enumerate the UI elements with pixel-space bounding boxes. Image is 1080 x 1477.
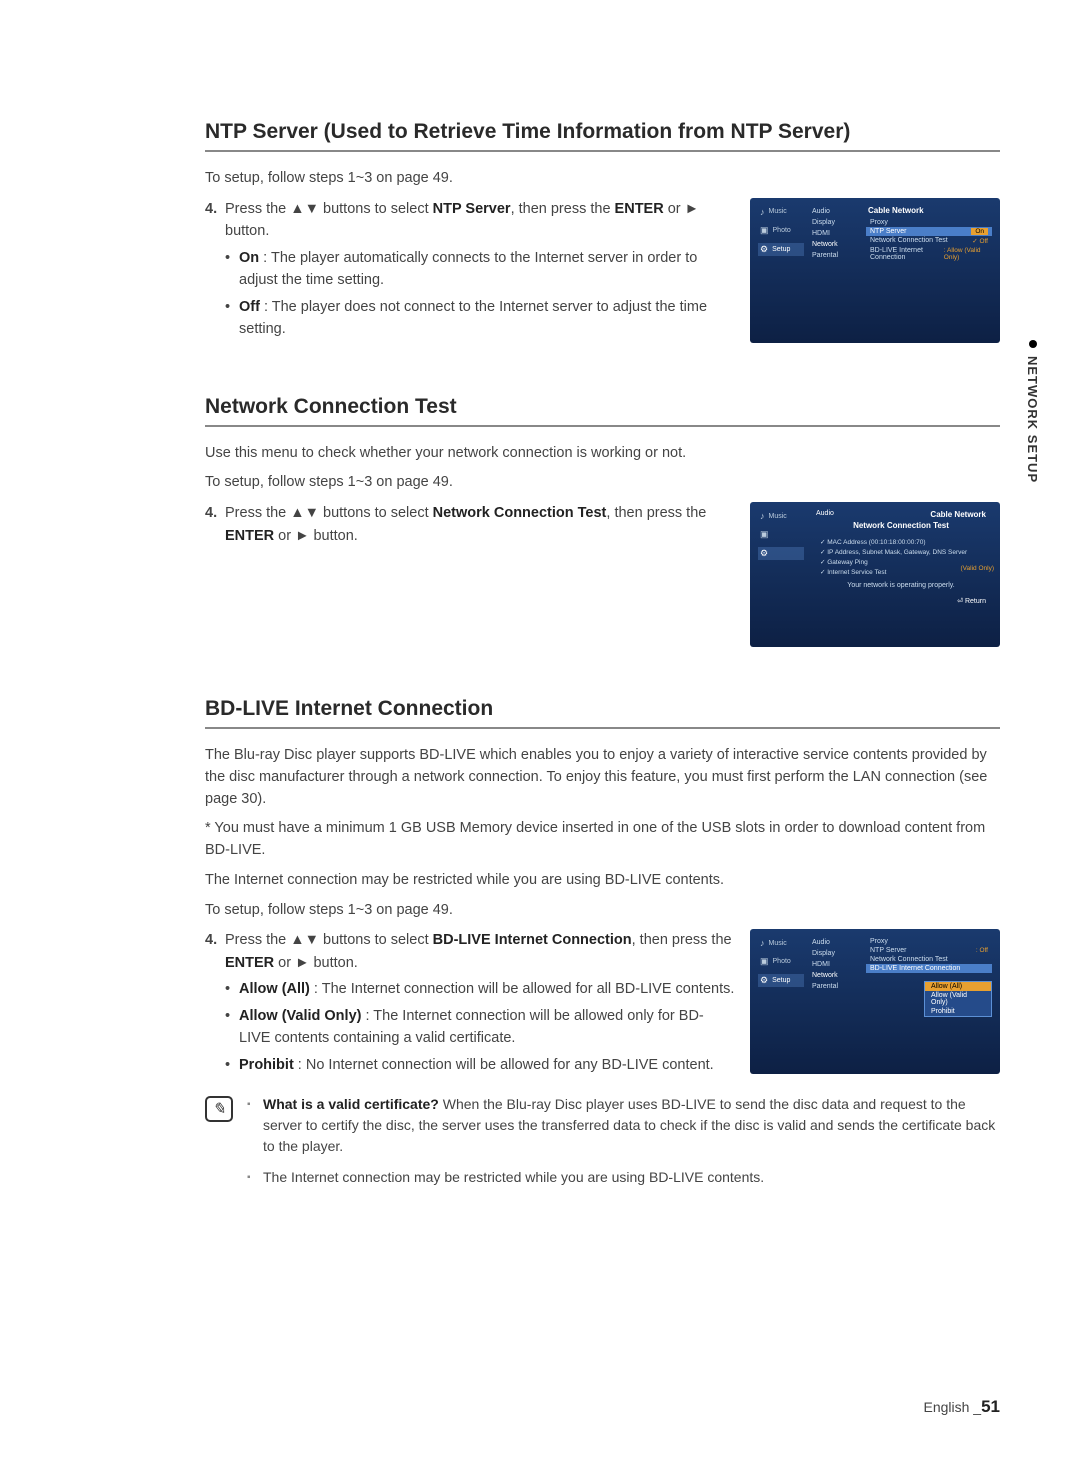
ss-item-nct: Network Connection Test (866, 955, 992, 964)
section-title: NTP Server (Used to Retrieve Time Inform… (205, 120, 1000, 152)
screenshot-bdlive: ♪Music ▣Photo ⚙Setup Audio Display HDMI … (750, 929, 1000, 1074)
note-icon: ✎ (205, 1096, 233, 1122)
page-footer: English _51 (923, 1397, 1000, 1417)
note-item: The Internet connection may be restricte… (247, 1167, 1000, 1188)
bullet-allow-valid: Allow (Valid Only) : The Internet connec… (225, 1005, 735, 1050)
ss-test-title: Network Connection Test (810, 519, 992, 532)
intro-text: Use this menu to check whether your netw… (205, 443, 1000, 465)
music-icon: ♪ (760, 511, 765, 521)
ss-nav-setup: ⚙Setup (758, 974, 804, 987)
section-title: BD-LIVE Internet Connection (205, 697, 1000, 729)
body-text: * You must have a minimum 1 GB USB Memor… (205, 818, 1000, 862)
ss-item-ntp: NTP Server: Off (866, 946, 992, 955)
gear-icon: ⚙ (760, 244, 768, 255)
ss-nav-photo: ▣ (758, 528, 804, 541)
gear-icon: ⚙ (760, 975, 768, 986)
ss-side-flag: (Valid Only) (961, 565, 994, 572)
ss-nav-music: ♪Music (758, 510, 804, 522)
ss-audio-label: Audio (816, 510, 834, 519)
ss-item-ntp: NTP ServerOn (866, 227, 992, 236)
ss-item-bdlive: BD-LIVE Internet Connection (866, 964, 992, 973)
ss-right-title: Cable Network (930, 510, 986, 519)
body-text: The Internet connection may be restricte… (205, 870, 1000, 892)
screenshot-ntp: ♪Music ▣Photo ⚙Setup Audio Display HDMI … (750, 198, 1000, 343)
ss-item-proxy: Proxy (866, 937, 992, 946)
ss-nav-setup: ⚙Setup (758, 243, 804, 256)
ss-mid-display: Display (810, 948, 860, 959)
dd-allow-valid: Allow (Valid Only) (925, 991, 991, 1007)
ss-nav-photo: ▣Photo (758, 955, 804, 968)
gear-icon: ⚙ (760, 548, 768, 559)
section-title: Network Connection Test (205, 395, 1000, 427)
ss-test-line: ✓ IP Address, Subnet Mask, Gateway, DNS … (820, 548, 982, 556)
intro-text: To setup, follow steps 1~3 on page 49. (205, 900, 1000, 922)
ss-mid-hdmi: HDMI (810, 959, 860, 970)
bullet-prohibit: Prohibit : No Internet connection will b… (225, 1054, 735, 1076)
step-item: 4. Press the ▲▼ buttons to select NTP Se… (205, 198, 735, 243)
bullet-allow-all: Allow (All) : The Internet connection wi… (225, 978, 735, 1000)
photo-icon: ▣ (760, 529, 769, 540)
bullet-icon (1029, 340, 1037, 348)
ss-test-line: ✓ Gateway Ping (820, 558, 982, 566)
ss-mid-network: Network (810, 239, 860, 250)
photo-icon: ▣ (760, 225, 769, 236)
ss-mid-hdmi: HDMI (810, 228, 860, 239)
ss-test-line: ✓ Internet Service Test (820, 568, 982, 576)
bullet-on: On : The player automatically connects t… (225, 247, 735, 292)
photo-icon: ▣ (760, 956, 769, 967)
ss-nav-music: ♪Music (758, 937, 804, 949)
music-icon: ♪ (760, 207, 765, 217)
dd-prohibit: Prohibit (925, 1007, 991, 1016)
ss-mid-display: Display (810, 217, 860, 228)
ss-mid-parental: Parental (810, 250, 860, 261)
ss-return: ⏎ Return (810, 595, 992, 607)
note-block: ✎ What is a valid certificate? When the … (205, 1094, 1000, 1198)
ss-nav-setup: ⚙ (758, 547, 804, 560)
side-tab-label: NETWORK SETUP (1025, 356, 1040, 483)
ss-item-bdlive: BD-LIVE Internet Connection: Allow (Vali… (866, 246, 992, 262)
section-ntp-server: NTP Server (Used to Retrieve Time Inform… (205, 120, 1000, 345)
ss-item-nct: Network Connection Test✓ Off (866, 236, 992, 246)
ss-test-status: Your network is operating properly. (820, 578, 982, 589)
ss-item-proxy: Proxy (866, 218, 992, 227)
intro-text: To setup, follow steps 1~3 on page 49. (205, 168, 1000, 190)
side-tab: NETWORK SETUP (1025, 340, 1040, 483)
bullet-off: Off : The player does not connect to the… (225, 296, 735, 341)
intro-text: To setup, follow steps 1~3 on page 49. (205, 472, 1000, 494)
screenshot-nct: ♪Music ▣ ⚙ Audio Cable Network Network C… (750, 502, 1000, 647)
body-text: The Blu-ray Disc player supports BD-LIVE… (205, 745, 1000, 810)
music-icon: ♪ (760, 938, 765, 948)
ss-nav-photo: ▣Photo (758, 224, 804, 237)
page-number: 51 (981, 1397, 1000, 1416)
step-item: 4. Press the ▲▼ buttons to select BD-LIV… (205, 929, 735, 974)
ss-test-line: ✓ MAC Address (00:10:18:00:00:70) (820, 538, 982, 546)
ss-nav-music: ♪Music (758, 206, 804, 218)
ss-dropdown: Allow (All) Allow (Valid Only) Prohibit (924, 981, 992, 1017)
ss-mid-parental: Parental (810, 981, 860, 992)
section-nct: Network Connection Test Use this menu to… (205, 395, 1000, 648)
note-item: What is a valid certificate? When the Bl… (247, 1094, 1000, 1157)
dd-allow-all: Allow (All) (925, 982, 991, 991)
step-item: 4. Press the ▲▼ buttons to select Networ… (205, 502, 735, 547)
ss-mid-network: Network (810, 970, 860, 981)
ss-right-title: Cable Network (866, 206, 992, 215)
ss-mid-audio: Audio (810, 206, 860, 217)
section-bdlive: BD-LIVE Internet Connection The Blu-ray … (205, 697, 1000, 1198)
ss-mid-audio: Audio (810, 937, 860, 948)
footer-lang: English _ (923, 1399, 981, 1415)
